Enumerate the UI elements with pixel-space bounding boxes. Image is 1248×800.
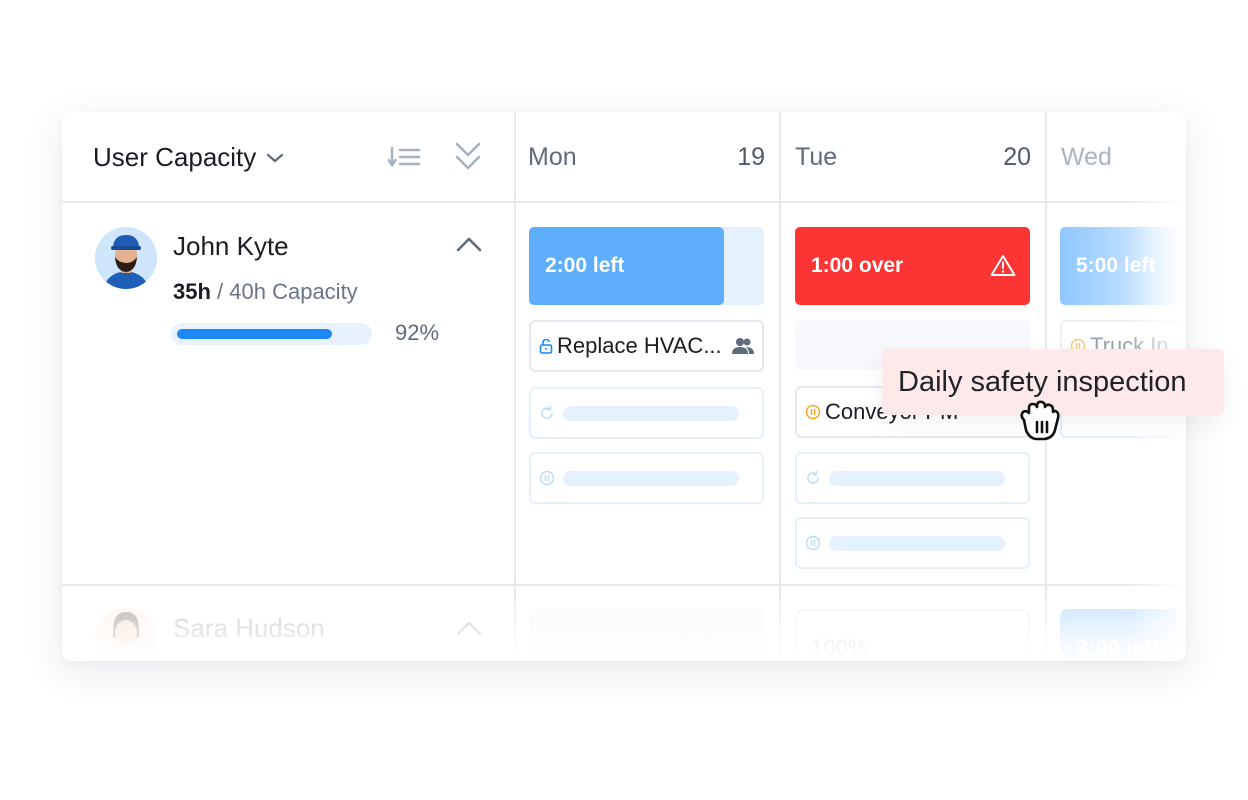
warning-icon: [990, 255, 1016, 276]
view-title: User Capacity: [93, 142, 257, 172]
person-photo-icon: [95, 227, 157, 289]
task-card[interactable]: Replace HVAC...: [529, 320, 764, 372]
day-header-wed[interactable]: Wed: [1047, 112, 1186, 203]
unlock-icon: [539, 338, 553, 354]
capacity-label: 2:00 left: [545, 254, 625, 277]
refresh-icon: [541, 405, 553, 419]
sort-list-icon[interactable]: [388, 146, 422, 168]
refresh-icon: [807, 470, 819, 484]
pause-circle-icon: [539, 470, 555, 486]
person-photo-icon: [95, 608, 157, 661]
chevron-down-icon: [267, 153, 284, 162]
skeleton-bar: [829, 535, 1005, 551]
chevron-up-icon[interactable]: [456, 620, 482, 636]
user-name: Sara Hudson: [173, 613, 325, 643]
capacity-label: 1:00 over: [811, 254, 904, 277]
unavailable-day: [529, 609, 764, 659]
capacity-total: / 40h Capacity: [217, 279, 358, 304]
users-icon: [732, 338, 754, 354]
grab-cursor-icon: [1020, 400, 1060, 441]
avatar: [95, 227, 157, 289]
skeleton-bar: [563, 470, 739, 486]
task-card-placeholder[interactable]: [529, 452, 764, 504]
day-number: 20: [1003, 143, 1031, 171]
task-card-placeholder[interactable]: [795, 452, 1030, 504]
capacity-card[interactable]: 100%: [795, 609, 1030, 661]
task-label: Replace HVAC...: [557, 333, 722, 358]
skeleton-bar: [829, 470, 1005, 486]
hours-used: 35h: [173, 279, 211, 304]
capacity-text: 35h / 40h Capacity: [173, 279, 358, 305]
capacity-bar-wed[interactable]: 2:00 left: [1060, 609, 1186, 661]
day-number: 19: [737, 143, 765, 171]
pause-circle-icon: [805, 535, 821, 551]
tooltip-text: Daily safety inspection: [898, 365, 1187, 398]
day-header-tue[interactable]: Tue 20: [781, 112, 1045, 203]
capacity-bar-mon[interactable]: 2:00 left: [529, 227, 724, 305]
day-header-mon[interactable]: Mon 19: [514, 112, 779, 203]
view-selector[interactable]: User Capacity: [93, 142, 284, 173]
day-name: Mon: [528, 143, 577, 171]
day-name: Wed: [1061, 143, 1112, 171]
progress-fill: [177, 329, 332, 339]
user-name: John Kyte: [173, 231, 289, 261]
collapse-all-icon[interactable]: [454, 140, 482, 174]
capacity-progress-bar: [171, 323, 372, 345]
capacity-bar-wed[interactable]: 5:00 left: [1060, 227, 1186, 305]
header-left: User Capacity: [62, 112, 514, 203]
avatar: [95, 608, 157, 661]
skeleton-bar: [563, 405, 739, 421]
capacity-percent: 92%: [395, 320, 440, 345]
capacity-bar-tue[interactable]: 1:00 over: [795, 227, 1030, 305]
task-card-placeholder[interactable]: [795, 517, 1030, 569]
day-name: Tue: [795, 143, 838, 171]
capacity-label: 100%: [811, 635, 868, 660]
capacity-label: 5:00 left: [1076, 254, 1156, 277]
chevron-up-icon[interactable]: [456, 236, 482, 252]
task-card-placeholder[interactable]: [529, 387, 764, 439]
pause-circle-icon: [805, 404, 821, 420]
capacity-label: 2:00 left: [1076, 635, 1160, 660]
row-divider: [62, 584, 1186, 586]
